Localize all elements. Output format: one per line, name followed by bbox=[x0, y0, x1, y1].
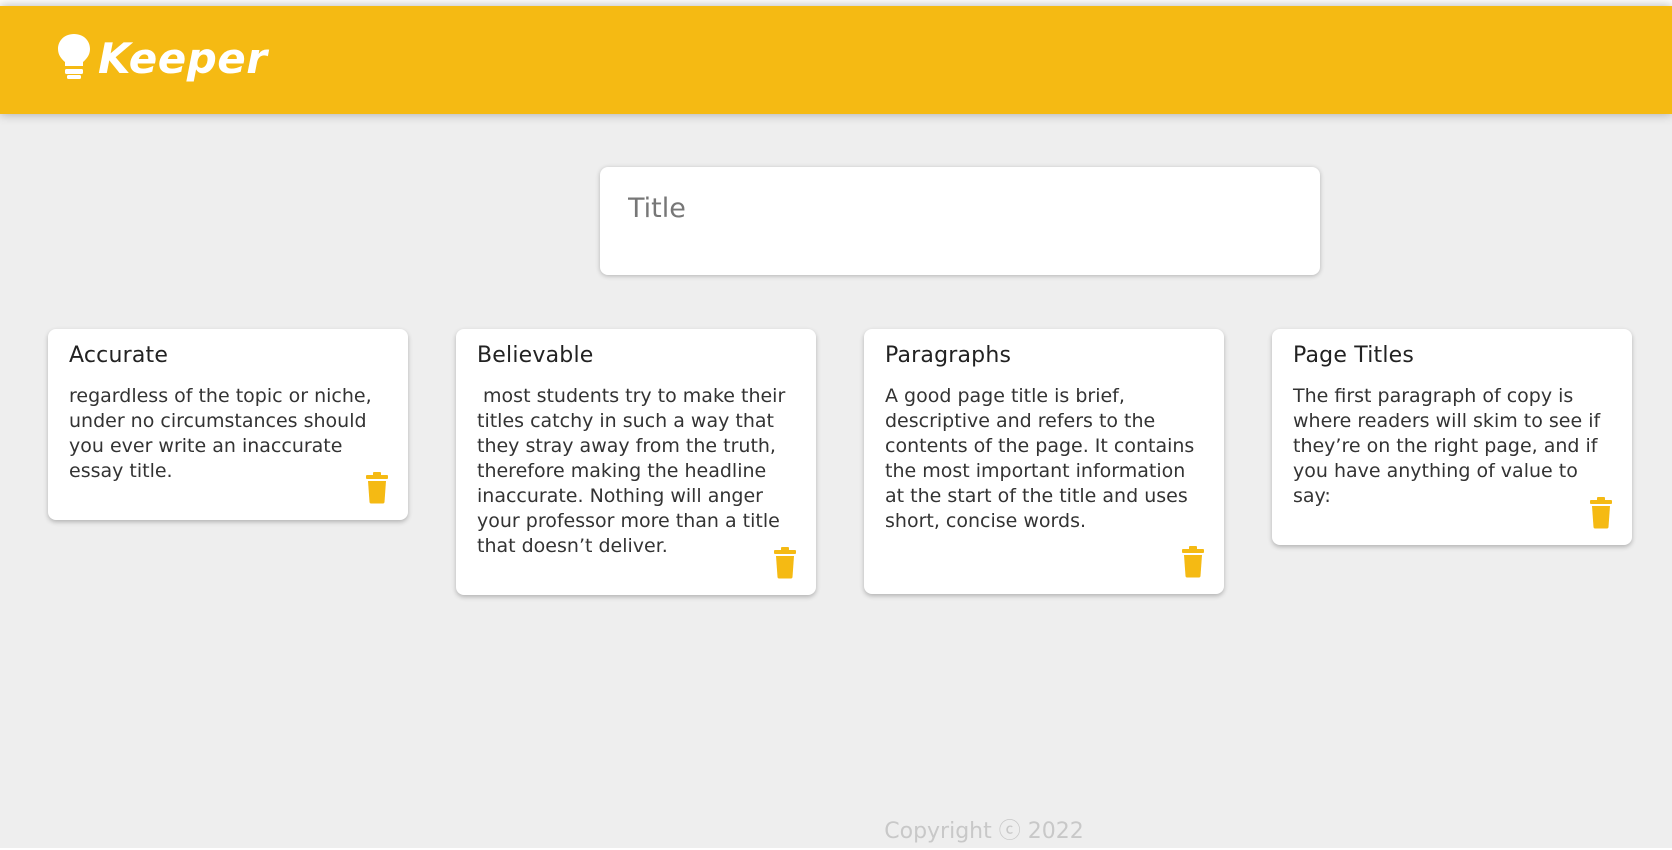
note-card: Believable most students try to make the… bbox=[456, 329, 816, 595]
create-note-form bbox=[600, 167, 1320, 275]
trash-icon bbox=[1180, 546, 1206, 578]
note-content: most students try to make their titles c… bbox=[477, 385, 792, 557]
note-content: A good page title is brief, descriptive … bbox=[885, 385, 1201, 532]
trash-icon bbox=[772, 547, 798, 579]
trash-icon bbox=[364, 472, 390, 504]
note-card: Paragraphs A good page title is brief, d… bbox=[864, 329, 1224, 594]
note-title-input[interactable] bbox=[628, 193, 1292, 224]
app-name: Keeper bbox=[98, 33, 268, 83]
note-content: The first paragraph of copy is where rea… bbox=[1293, 385, 1607, 507]
delete-note-button[interactable] bbox=[772, 547, 798, 579]
note-title: Page Titles bbox=[1293, 343, 1415, 368]
brand: Keeper bbox=[56, 32, 267, 84]
lightbulb-icon bbox=[56, 32, 98, 84]
note-card: Page Titles The first paragraph of copy … bbox=[1272, 329, 1632, 545]
note-title: Paragraphs bbox=[885, 343, 1012, 368]
delete-note-button[interactable] bbox=[1588, 497, 1614, 529]
footer: Copyright ⓒ 2022 bbox=[0, 813, 1672, 845]
note-title: Believable bbox=[477, 343, 594, 368]
note-content: regardless of the topic or niche, under … bbox=[69, 385, 378, 482]
copyright-text: Copyright ⓒ 2022 bbox=[884, 819, 1084, 844]
note-title: Accurate bbox=[69, 343, 169, 368]
trash-icon bbox=[1588, 497, 1614, 529]
delete-note-button[interactable] bbox=[364, 472, 390, 504]
app-header: Keeper bbox=[0, 6, 1672, 114]
note-card: Accurate regardless of the topic or nich… bbox=[48, 329, 408, 520]
delete-note-button[interactable] bbox=[1180, 546, 1206, 578]
